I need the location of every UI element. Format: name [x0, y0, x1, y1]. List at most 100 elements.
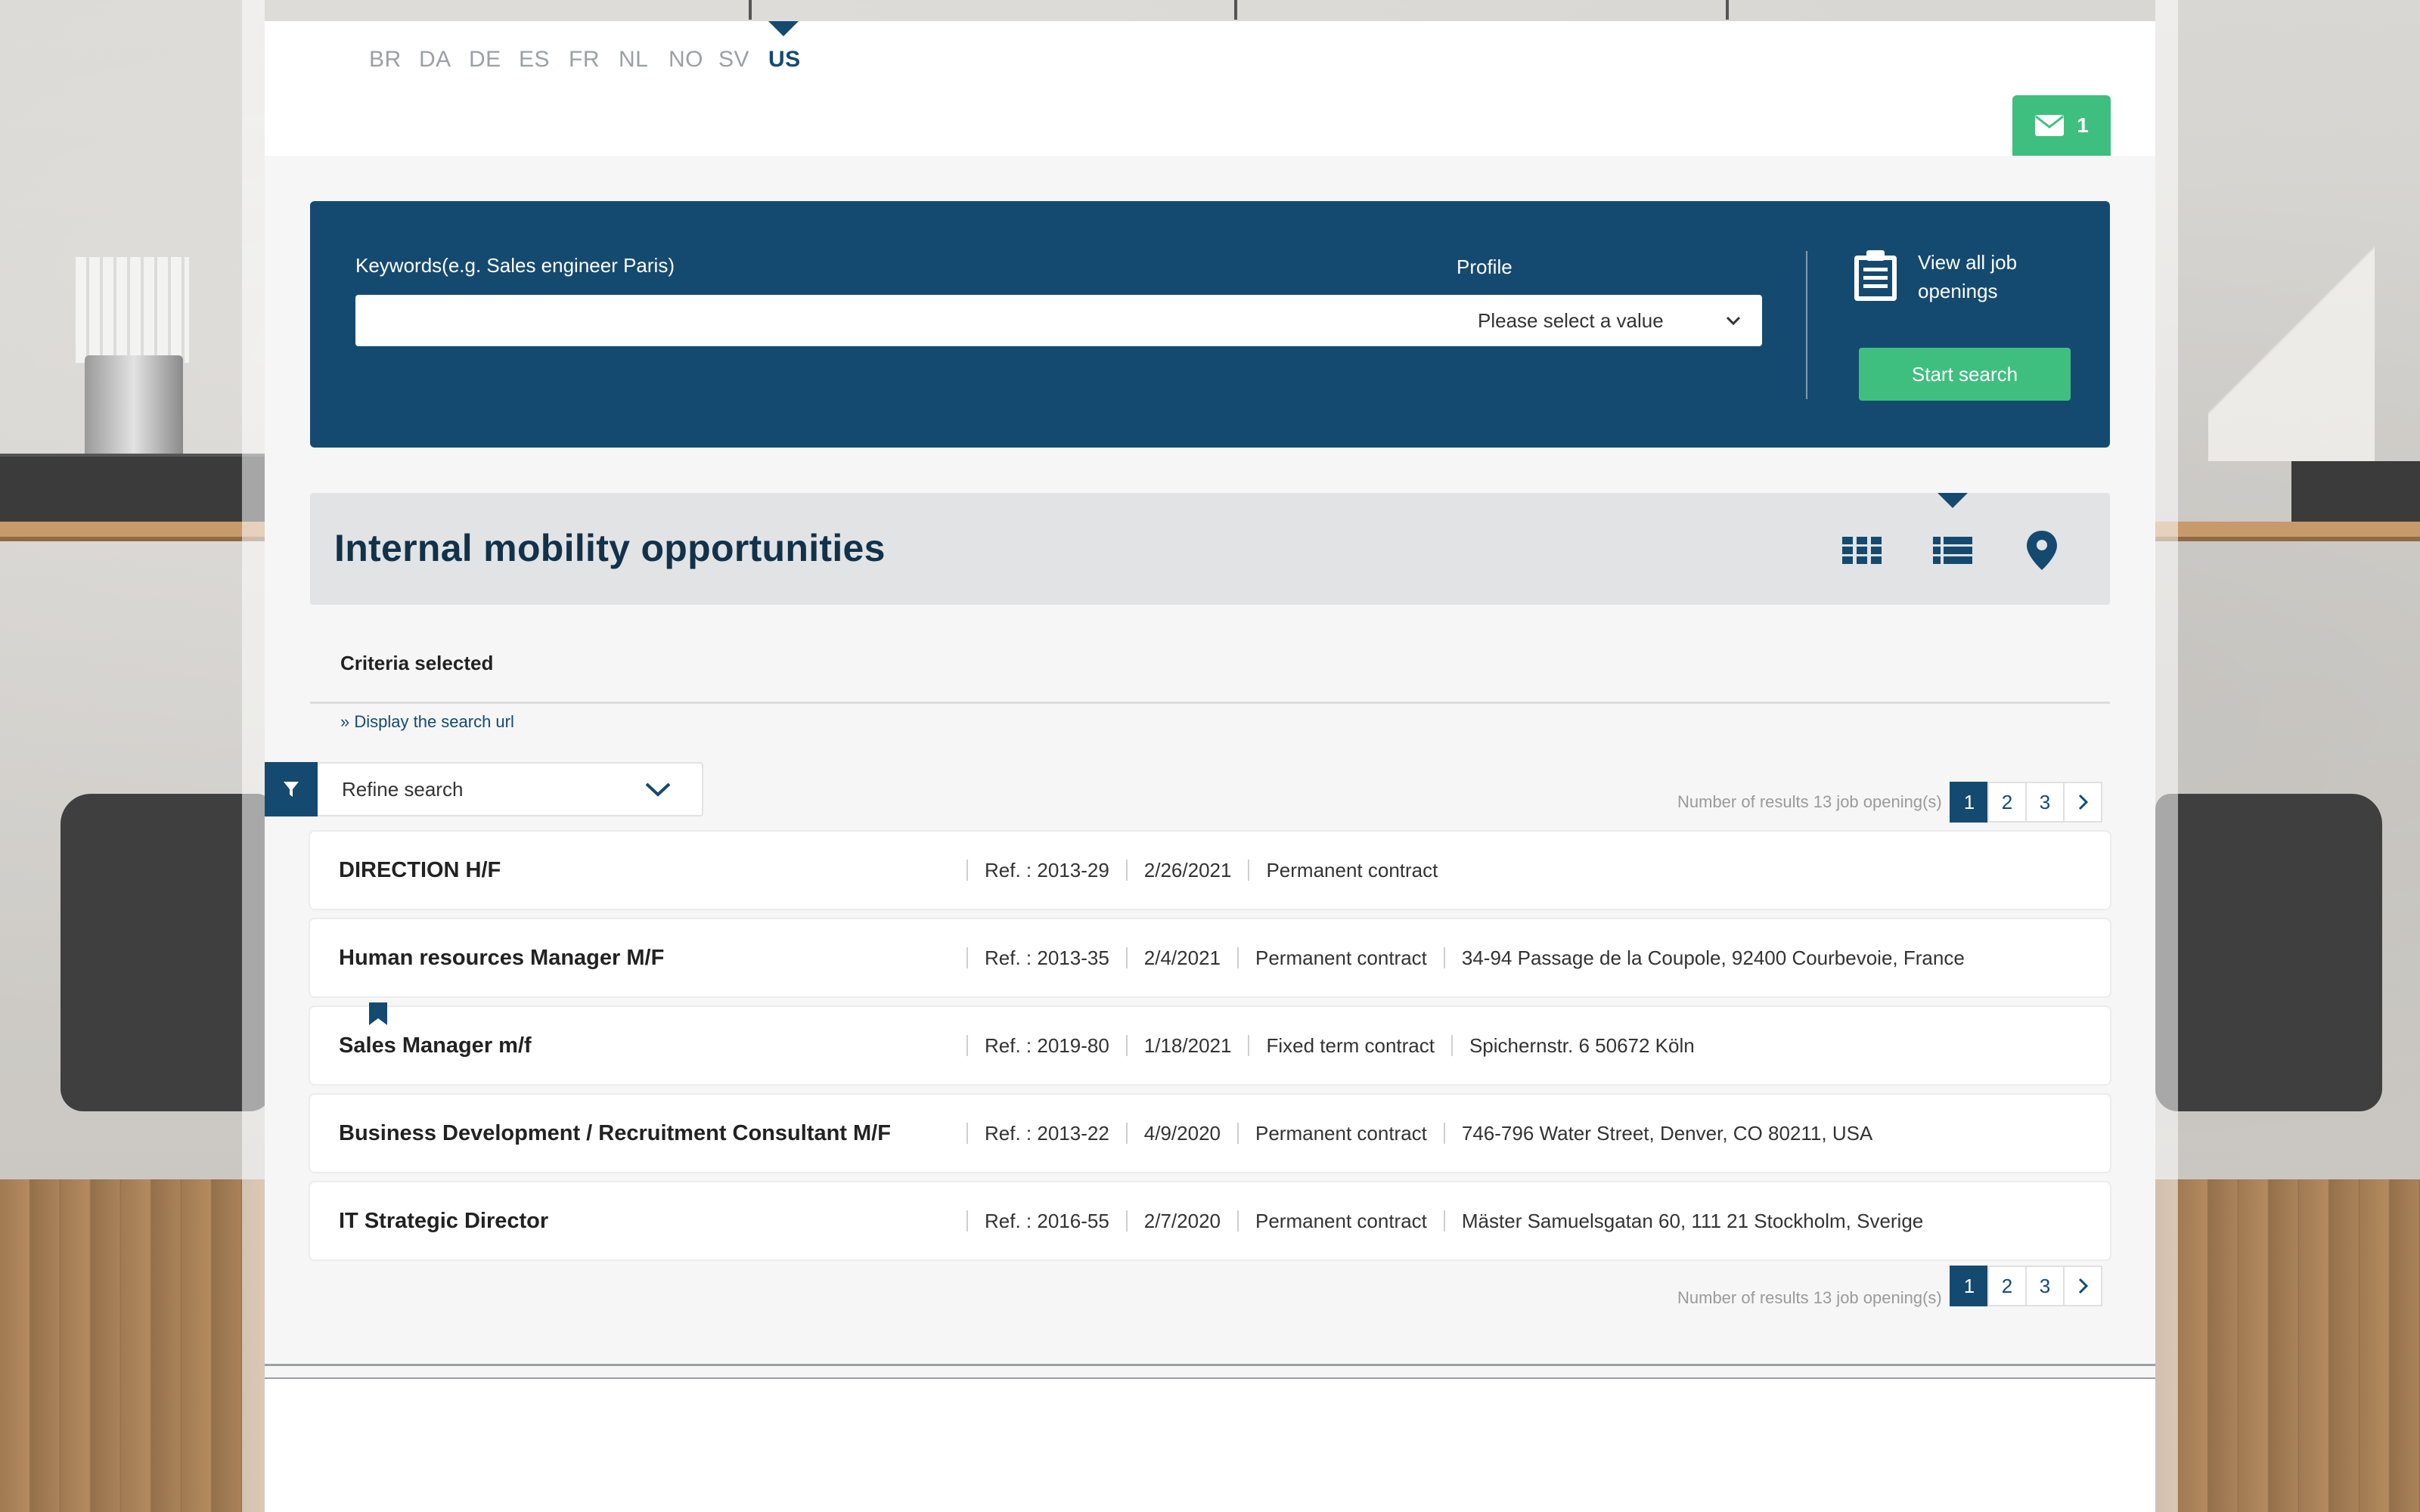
clipboard-icon [1854, 250, 1897, 301]
background-boxes-left [0, 454, 272, 523]
separator [1237, 947, 1239, 968]
keywords-label: Keywords(e.g. Sales engineer Paris) [355, 254, 675, 277]
job-meta: Ref. : 2016-55 2/7/2020 Permanent contra… [950, 1210, 1923, 1233]
lang-no[interactable]: NO [669, 47, 718, 73]
job-title[interactable]: IT Strategic Director [339, 1209, 548, 1234]
chevron-right-icon [2078, 1278, 2088, 1294]
results-count: Number of results 13 job opening(s) [1677, 792, 1942, 811]
separator [1237, 1210, 1239, 1232]
display-search-url-link[interactable]: » Display the search url [340, 712, 514, 732]
lang-es[interactable]: ES [519, 47, 569, 73]
job-location: Mäster Samuelsgatan 60, 111 21 Stockholm… [1461, 1209, 1924, 1232]
page-title: Internal mobility opportunities [334, 527, 886, 569]
mail-count: 1 [2077, 113, 2089, 137]
job-title[interactable]: DIRECTION H/F [339, 858, 501, 883]
start-search-button[interactable]: Start search [1859, 348, 2071, 401]
lang-nl[interactable]: NL [619, 47, 669, 73]
background-bucket [85, 355, 183, 461]
filter-icon [284, 782, 299, 797]
job-meta: Ref. : 2013-35 2/4/2021 Permanent contra… [950, 947, 1965, 970]
job-contract: Permanent contract [1266, 858, 1438, 881]
separator [1237, 1123, 1239, 1144]
pagination: 1 2 3 [1950, 782, 2102, 823]
next-page-button[interactable] [2063, 1266, 2102, 1306]
view-all-jobs-label: View all job openings [1918, 251, 2018, 302]
lang-br[interactable]: BR [369, 47, 419, 73]
job-title[interactable]: Business Development / Recruitment Consu… [339, 1121, 891, 1146]
job-row[interactable]: DIRECTION H/F Ref. : 2013-29 2/26/2021 P… [310, 832, 2110, 909]
criteria-divider [310, 702, 2110, 704]
mail-button[interactable]: 1 [2012, 95, 2111, 156]
separator [1443, 1123, 1445, 1144]
background-chair-left [60, 794, 272, 1111]
separator [966, 947, 968, 968]
refine-search-label: Refine search [342, 777, 464, 801]
footer-area [265, 1379, 2155, 1512]
background-boxes-right [2291, 461, 2420, 523]
search-panel: Keywords(e.g. Sales engineer Paris) Prof… [310, 201, 2110, 448]
refine-search-dropdown[interactable]: Refine search [265, 762, 703, 816]
job-title[interactable]: Sales Manager m/f [339, 1033, 532, 1058]
profile-label: Profile [1457, 256, 1512, 278]
job-date: 2/7/2020 [1143, 1209, 1221, 1232]
background-lamp-cord [1234, 0, 1237, 20]
job-date: 1/18/2021 [1143, 1033, 1232, 1057]
job-row[interactable]: IT Strategic Director Ref. : 2016-55 2/7… [310, 1182, 2110, 1259]
separator [1443, 1210, 1445, 1232]
profile-selected-value: Please select a value [1478, 308, 1664, 332]
separator [1125, 947, 1128, 968]
grid-view-button[interactable] [1841, 529, 1883, 572]
job-date: 4/9/2020 [1143, 1121, 1221, 1145]
envelope-icon [2035, 115, 2065, 136]
job-ref: Ref. : 2019-80 [985, 1033, 1109, 1057]
lang-de[interactable]: DE [469, 47, 519, 73]
page-1-button[interactable]: 1 [1950, 1266, 1989, 1306]
results-count-bottom: Number of results 13 job opening(s) [1677, 1288, 1942, 1307]
separator [1125, 860, 1128, 881]
lang-fr[interactable]: FR [569, 47, 619, 73]
top-header [265, 21, 2155, 156]
page-veil-left [242, 0, 265, 1512]
separator [1248, 860, 1250, 881]
lang-sv[interactable]: SV [718, 47, 768, 73]
footer-divider [265, 1364, 2155, 1366]
job-location: 746-796 Water Street, Denver, CO 80211, … [1461, 1121, 1873, 1145]
list-view-button[interactable] [1931, 493, 1974, 572]
separator [1125, 1035, 1128, 1056]
separator [966, 1123, 968, 1144]
search-divider [1806, 251, 1807, 399]
background-lamp-cord [1726, 0, 1729, 20]
job-title[interactable]: Human resources Manager M/F [339, 946, 664, 971]
bookmark-icon[interactable] [369, 1002, 387, 1025]
language-selector: BR DA DE ES FR NL NO SV US [369, 21, 818, 73]
page-1-button[interactable]: 1 [1950, 782, 1989, 823]
separator [1450, 1035, 1453, 1056]
job-meta: Ref. : 2019-80 1/18/2021 Fixed term cont… [950, 1034, 1695, 1058]
lang-da[interactable]: DA [419, 47, 469, 73]
separator [966, 1210, 968, 1232]
job-ref: Ref. : 2013-29 [985, 858, 1109, 881]
job-row[interactable]: Business Development / Recruitment Consu… [310, 1095, 2110, 1172]
view-all-jobs-link[interactable]: View all job openings [1851, 248, 2078, 305]
grid-view-icon [1842, 537, 1882, 564]
separator [1443, 947, 1445, 968]
lang-us[interactable]: US [768, 21, 818, 73]
job-row[interactable]: Human resources Manager M/F Ref. : 2013-… [310, 919, 2110, 996]
job-location: Spichernstr. 6 50672 Köln [1469, 1033, 1695, 1057]
job-contract: Permanent contract [1255, 1121, 1427, 1145]
page-2-button[interactable]: 2 [1987, 1266, 2027, 1306]
page-3-button[interactable]: 3 [2025, 1266, 2065, 1306]
job-ref: Ref. : 2016-55 [985, 1209, 1109, 1232]
filter-icon-box [265, 762, 318, 816]
job-contract: Permanent contract [1255, 1209, 1427, 1232]
job-meta: Ref. : 2013-22 4/9/2020 Permanent contra… [950, 1122, 1872, 1145]
map-view-button[interactable] [2021, 529, 2063, 572]
profile-select[interactable]: Please select a value [1457, 295, 1762, 346]
page-3-button[interactable]: 3 [2025, 782, 2065, 823]
page-veil-right [2155, 0, 2178, 1512]
next-page-button[interactable] [2063, 782, 2102, 823]
background-sailboat [2208, 212, 2375, 461]
page-2-button[interactable]: 2 [1987, 782, 2027, 823]
criteria-heading: Criteria selected [340, 652, 494, 674]
job-row[interactable]: Sales Manager m/f Ref. : 2019-80 1/18/20… [310, 1002, 2110, 1084]
